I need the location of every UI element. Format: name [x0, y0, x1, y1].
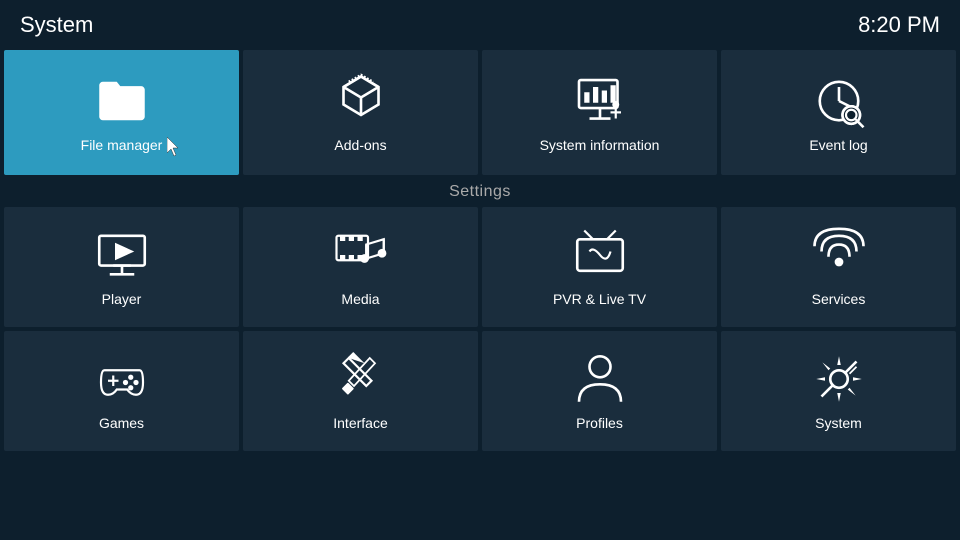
system-info-icon: [572, 73, 628, 129]
tile-services-label: Services: [812, 291, 866, 307]
addons-icon: [333, 73, 389, 129]
tile-player-label: Player: [102, 291, 142, 307]
tile-event-log-label: Event log: [809, 137, 867, 153]
settings-row-1: Player Media: [0, 207, 960, 327]
services-icon: [811, 227, 867, 283]
clock: 8:20 PM: [858, 12, 940, 38]
interface-icon: [333, 351, 389, 407]
tile-file-manager-label: File manager: [81, 137, 163, 153]
tile-system-information-label: System information: [540, 137, 660, 153]
tile-profiles[interactable]: Profiles: [482, 331, 717, 451]
tile-pvr-label: PVR & Live TV: [553, 291, 646, 307]
top-bar: System 8:20 PM: [0, 0, 960, 50]
tile-pvr-live-tv[interactable]: PVR & Live TV: [482, 207, 717, 327]
tile-media[interactable]: Media: [243, 207, 478, 327]
tile-games-label: Games: [99, 415, 144, 431]
tile-interface[interactable]: Interface: [243, 331, 478, 451]
tile-media-label: Media: [341, 291, 379, 307]
system-icon: [811, 351, 867, 407]
tile-add-ons[interactable]: Add-ons: [243, 50, 478, 175]
settings-header: Settings: [0, 175, 960, 207]
tile-profiles-label: Profiles: [576, 415, 623, 431]
pvr-icon: [572, 227, 628, 283]
tile-system[interactable]: System: [721, 331, 956, 451]
event-log-icon: [811, 73, 867, 129]
folder-icon: [94, 73, 150, 129]
tile-system-information[interactable]: System information: [482, 50, 717, 175]
app-title: System: [20, 12, 93, 38]
mouse-cursor: [167, 137, 181, 157]
tile-file-manager[interactable]: File manager: [4, 50, 239, 175]
tile-system-label: System: [815, 415, 862, 431]
tile-services[interactable]: Services: [721, 207, 956, 327]
tile-add-ons-label: Add-ons: [334, 137, 386, 153]
tile-interface-label: Interface: [333, 415, 387, 431]
top-tiles-row: File manager Add-ons: [0, 50, 960, 175]
profiles-icon: [572, 351, 628, 407]
settings-row-2: Games Interface Profiles: [0, 331, 960, 451]
tile-event-log[interactable]: Event log: [721, 50, 956, 175]
tile-games[interactable]: Games: [4, 331, 239, 451]
player-icon: [94, 227, 150, 283]
tile-player[interactable]: Player: [4, 207, 239, 327]
media-icon: [333, 227, 389, 283]
games-icon: [94, 351, 150, 407]
